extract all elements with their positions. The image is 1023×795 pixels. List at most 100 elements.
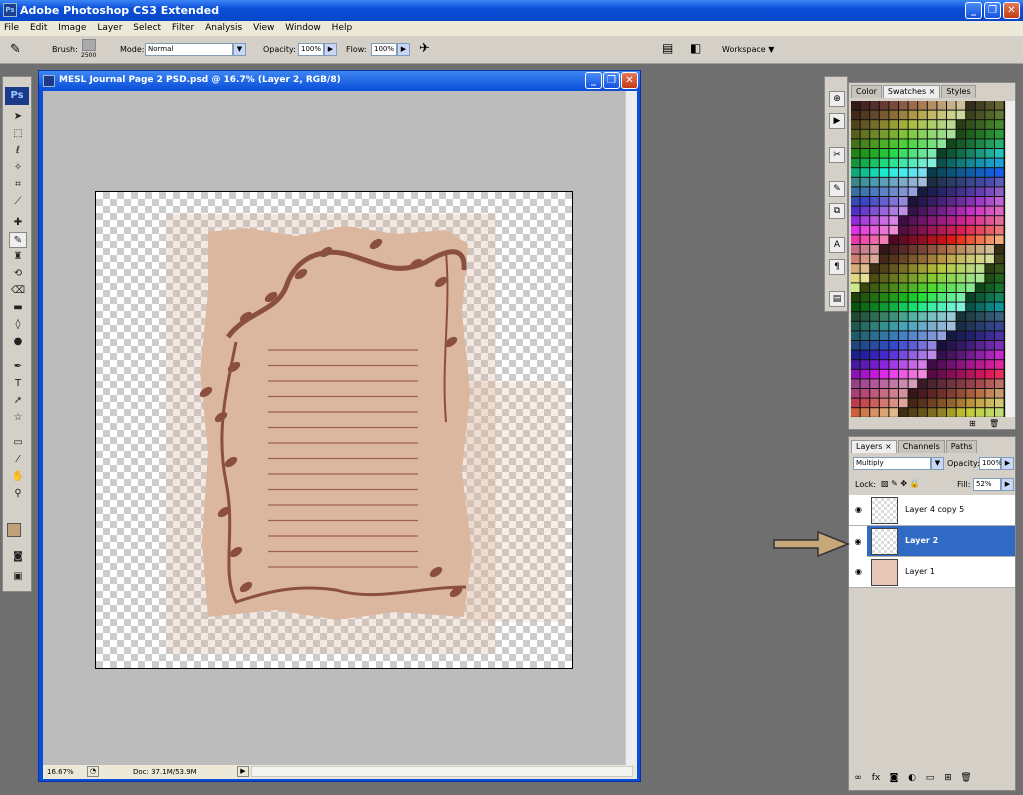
navigator-icon[interactable]: ⊕ xyxy=(829,91,845,107)
layer-row-selected[interactable]: ◉ Layer 2 xyxy=(849,526,1015,557)
chevron-down-icon[interactable]: ▼ xyxy=(233,43,246,56)
bridge-icon[interactable]: ◧ xyxy=(690,41,701,55)
character-icon[interactable]: A xyxy=(829,237,845,253)
new-group-icon[interactable]: ▭ xyxy=(921,773,939,783)
tool-presets-icon[interactable]: ✂ xyxy=(829,147,845,163)
opacity-input[interactable]: 100% xyxy=(298,43,324,56)
new-swatch-icon[interactable]: ⊞ xyxy=(969,419,976,428)
shape-tool-icon[interactable]: ☆ xyxy=(9,410,27,426)
menu-window[interactable]: Window xyxy=(281,21,325,36)
doc-maximize-button[interactable]: ❐ xyxy=(603,72,620,89)
doc-close-button[interactable]: ✕ xyxy=(621,72,638,89)
adjustment-layer-icon[interactable]: ◐ xyxy=(903,773,921,783)
paragraph-icon[interactable]: ¶ xyxy=(829,259,845,275)
actions-icon[interactable]: ▶ xyxy=(829,113,845,129)
flow-input[interactable]: 100% xyxy=(371,43,397,56)
quick-mask-icon[interactable]: ◙ xyxy=(9,549,27,565)
magic-wand-icon[interactable]: ✧ xyxy=(9,160,27,176)
opacity-arrow-icon[interactable]: ▶ xyxy=(324,43,337,56)
brush-tool-icon[interactable]: ✎ xyxy=(9,232,27,248)
brush-preview[interactable] xyxy=(82,39,96,51)
fill-arrow-icon[interactable]: ▶ xyxy=(1001,478,1014,491)
tab-channels[interactable]: Channels xyxy=(897,440,945,453)
move-tool-icon[interactable]: ➤ xyxy=(9,109,27,125)
document-pasteboard[interactable] xyxy=(43,91,625,765)
menu-select[interactable]: Select xyxy=(129,21,165,36)
delete-swatch-icon[interactable]: 🗑 xyxy=(989,419,999,428)
eye-icon[interactable]: ◉ xyxy=(849,526,867,557)
swatch-grid[interactable] xyxy=(851,101,1005,417)
zoom-tool-icon[interactable]: ⚲ xyxy=(9,486,27,502)
marquee-tool-icon[interactable]: ⬚ xyxy=(9,126,27,142)
brushes-icon[interactable]: ✎ xyxy=(829,181,845,197)
lock-icons[interactable]: ▨ ✎ ✥ 🔒 xyxy=(881,479,920,488)
dodge-tool-icon[interactable]: ● xyxy=(9,334,27,350)
horizontal-scrollbar[interactable] xyxy=(251,766,633,777)
status-arrow-icon[interactable]: ▶ xyxy=(237,766,249,777)
mode-select[interactable]: Normal xyxy=(145,43,233,56)
blend-mode-chevron-icon[interactable]: ▼ xyxy=(931,457,944,470)
stamp-tool-icon[interactable]: ♜ xyxy=(9,249,27,265)
pen-tool-icon[interactable]: ✒ xyxy=(9,359,27,375)
panel-dock-icons: ⊕ ▶ ✂ ✎ ⧉ A ¶ ▤ xyxy=(824,76,848,312)
layer-opacity-input[interactable]: 100% xyxy=(979,457,1002,470)
blur-tool-icon[interactable]: ◊ xyxy=(9,317,27,333)
foreground-color-swatch[interactable] xyxy=(7,523,21,537)
tab-layers[interactable]: Layers × xyxy=(851,440,897,453)
brush-tool-icon[interactable]: ✎ xyxy=(10,42,21,57)
layer-row[interactable]: ◉ Layer 1 xyxy=(849,557,1015,588)
fill-input[interactable]: 52% xyxy=(973,478,1001,491)
menu-edit[interactable]: Edit xyxy=(26,21,51,36)
zoom-level[interactable]: 16.67% xyxy=(47,765,74,779)
airbrush-icon[interactable]: ✈ xyxy=(419,41,430,56)
tab-paths[interactable]: Paths xyxy=(945,440,978,453)
screen-mode-icon[interactable]: ▣ xyxy=(9,569,27,585)
hand-tool-icon[interactable]: ✋ xyxy=(9,469,27,485)
slice-tool-icon[interactable]: ⟋ xyxy=(9,194,27,210)
vertical-scrollbar[interactable] xyxy=(625,91,637,765)
tab-styles[interactable]: Styles xyxy=(941,85,976,98)
menu-analysis[interactable]: Analysis xyxy=(201,21,246,36)
status-menu-icon[interactable]: ◔ xyxy=(87,766,99,777)
menu-filter[interactable]: Filter xyxy=(168,21,198,36)
maximize-button[interactable]: ❐ xyxy=(984,2,1001,19)
menu-view[interactable]: View xyxy=(249,21,278,36)
menu-file[interactable]: File xyxy=(0,21,23,36)
layer-opacity-arrow-icon[interactable]: ▶ xyxy=(1001,457,1014,470)
image-canvas[interactable] xyxy=(95,191,573,669)
close-button[interactable]: ✕ xyxy=(1003,2,1020,19)
info-icon[interactable]: ▤ xyxy=(829,291,845,307)
menu-help[interactable]: Help xyxy=(328,21,357,36)
swatches-scrollbar[interactable] xyxy=(1006,101,1015,417)
tab-swatches[interactable]: Swatches × xyxy=(882,85,941,98)
flow-arrow-icon[interactable]: ▶ xyxy=(397,43,410,56)
path-select-icon[interactable]: ➚ xyxy=(9,393,27,409)
layer-style-icon[interactable]: fx xyxy=(867,773,885,783)
minimize-button[interactable]: _ xyxy=(965,2,982,19)
lasso-tool-icon[interactable]: ℓ xyxy=(9,143,27,159)
link-layers-icon[interactable]: ∞ xyxy=(849,773,867,783)
eyedropper-tool-icon[interactable]: ⁄ xyxy=(9,452,27,468)
workspace-menu[interactable]: Workspace ▼ xyxy=(722,45,774,54)
eraser-tool-icon[interactable]: ⌫ xyxy=(9,283,27,299)
menu-layer[interactable]: Layer xyxy=(93,21,126,36)
doc-minimize-button[interactable]: _ xyxy=(585,72,602,89)
delete-layer-icon[interactable]: 🗑 xyxy=(957,773,975,783)
menu-image[interactable]: Image xyxy=(54,21,90,36)
tab-color[interactable]: Color xyxy=(851,85,882,98)
history-brush-icon[interactable]: ⟲ xyxy=(9,266,27,282)
layer-mask-icon[interactable]: ◙ xyxy=(885,773,903,783)
eye-icon[interactable]: ◉ xyxy=(855,505,862,514)
file-browser-icon[interactable]: ▤ xyxy=(662,41,673,55)
notes-tool-icon[interactable]: ▭ xyxy=(9,435,27,451)
eye-icon[interactable]: ◉ xyxy=(855,567,862,576)
crop-tool-icon[interactable]: ⌗ xyxy=(9,177,27,193)
gradient-tool-icon[interactable]: ▬ xyxy=(9,300,27,316)
blend-mode-select[interactable]: Multiply xyxy=(853,457,931,470)
type-tool-icon[interactable]: T xyxy=(9,376,27,392)
new-layer-icon[interactable]: ⊞ xyxy=(939,773,957,783)
swatch-cells[interactable] xyxy=(851,101,1005,417)
layer-row[interactable]: ◉ Layer 4 copy 5 xyxy=(849,495,1015,526)
healing-brush-icon[interactable]: ✚ xyxy=(9,215,27,231)
clone-source-icon[interactable]: ⧉ xyxy=(829,203,845,219)
